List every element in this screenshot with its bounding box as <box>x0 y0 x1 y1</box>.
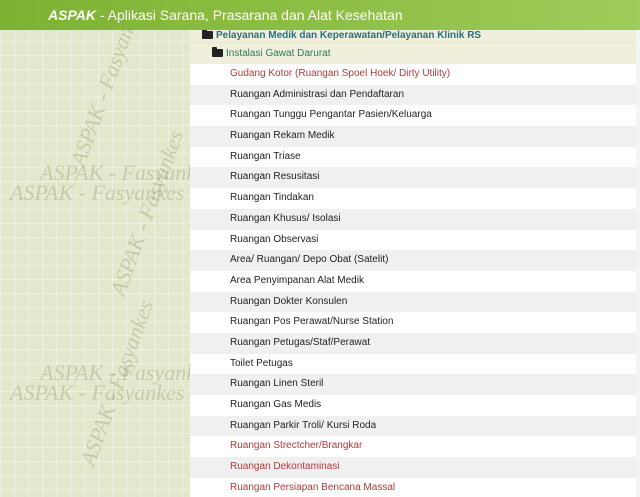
watermark-text: ASPAK - Fasyankes <box>10 380 185 405</box>
scrollbar[interactable] <box>636 30 640 497</box>
tree-item[interactable]: Ruangan Petugas/Staf/Perawat <box>190 332 640 354</box>
tree-item[interactable]: Ruangan Observasi <box>190 230 640 251</box>
tree-item[interactable]: Ruangan Strectcher/Brangkar <box>190 436 640 457</box>
tree-node-label: Instalasi Gawat Darurat <box>226 48 331 59</box>
tree-item[interactable]: Ruangan Tindakan <box>190 188 640 209</box>
tree-item[interactable]: Gudang Kotor (Ruangan Spoel Hoek/ Dirty … <box>190 64 640 85</box>
tree-item[interactable]: Ruangan Khusus/ Isolasi <box>190 208 640 230</box>
tree-item[interactable]: Ruangan Administrasi dan Pendaftaran <box>190 84 640 106</box>
tree-item[interactable]: Ruangan Pos Perawat/Nurse Station <box>190 312 640 333</box>
folder-open-icon <box>202 30 213 39</box>
tree-item[interactable]: Area Penyimpanan Alat Medik <box>190 271 640 292</box>
tree-item-list: Gudang Kotor (Ruangan Spoel Hoek/ Dirty … <box>190 64 640 497</box>
tree-item[interactable]: Area/ Ruangan/ Depo Obat (Satelit) <box>190 250 640 271</box>
tree-item[interactable]: Toilet Petugas <box>190 354 640 375</box>
tree-item[interactable]: Ruangan Linen Steril <box>190 374 640 395</box>
app-title: - Aplikasi Sarana, Prasarana dan Alat Ke… <box>95 7 403 23</box>
app-brand: ASPAK <box>48 7 96 23</box>
tree-panel: Pelayanan Medik dan Keperawatan/Pelayana… <box>190 30 640 497</box>
tree-node-pelayanan-medik[interactable]: Pelayanan Medik dan Keperawatan/Pelayana… <box>190 30 640 42</box>
left-watermark-panel: ASPAK - Fasyankes ASPAK - Fasyankes ASPA… <box>0 30 190 497</box>
tree-node-instalasi-gawat-darurat[interactable]: Instalasi Gawat Darurat <box>190 42 640 64</box>
tree-item[interactable]: Ruangan Dokter Konsulen <box>190 291 640 313</box>
tree-item[interactable]: Ruangan Rekam Medik <box>190 126 640 147</box>
tree-item[interactable]: Ruangan Gas Medis <box>190 395 640 416</box>
tree-node-label: Pelayanan Medik dan Keperawatan/Pelayana… <box>216 30 482 41</box>
tree-item[interactable]: Ruangan Triase <box>190 147 640 168</box>
tree-item[interactable]: Ruangan Resusitasi <box>190 167 640 189</box>
tree-item[interactable]: Ruangan Persiapan Bencana Massal <box>190 478 640 497</box>
watermark-text: ASPAK - Fasyankes <box>105 126 189 300</box>
folder-open-icon <box>212 47 223 57</box>
tree-item[interactable]: Ruangan Parkir Troli/ Kursi Roda <box>190 415 640 437</box>
watermark-text: ASPAK - Fasyankes <box>65 30 149 170</box>
app-header: ASPAK - Aplikasi Sarana, Prasarana dan A… <box>0 0 640 30</box>
tree-item[interactable]: Ruangan Dekontaminasi <box>190 457 640 478</box>
tree-item[interactable]: Ruangan Tunggu Pengantar Pasien/Keluarga <box>190 105 640 126</box>
